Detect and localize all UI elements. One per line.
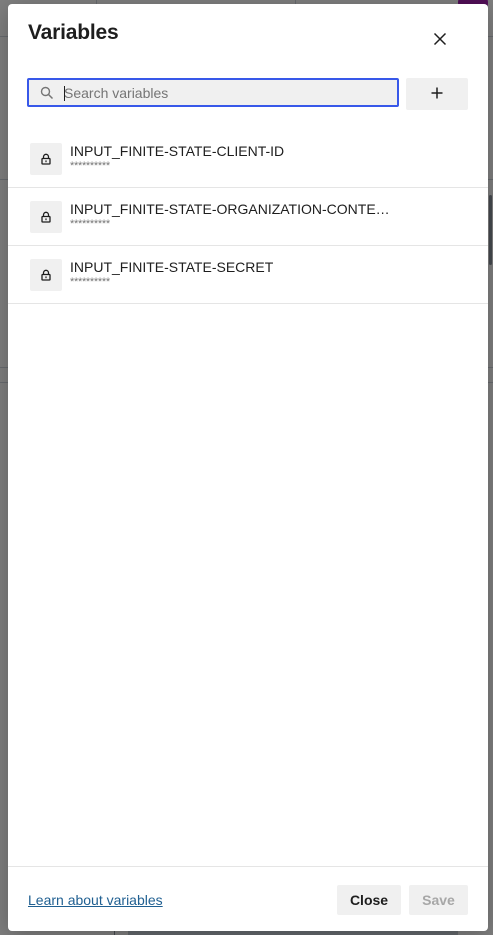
lock-icon [30,143,62,175]
dialog-footer: Learn about variables Close Save [8,866,488,931]
plus-icon [431,87,443,102]
learn-about-variables-link[interactable]: Learn about variables [28,892,163,908]
variable-name: INPUT_FINITE-STATE-ORGANIZATION-CONTE… [70,201,390,217]
variable-value: ********** [70,160,110,172]
list-item[interactable]: INPUT_FINITE-STATE-CLIENT-ID ********** [8,130,488,188]
close-button[interactable]: Close [337,885,401,915]
search-icon [40,86,54,100]
add-variable-button[interactable] [406,78,468,110]
variable-list: INPUT_FINITE-STATE-CLIENT-ID ********** … [8,130,488,304]
variable-value: ********** [70,218,110,230]
variable-name: INPUT_FINITE-STATE-SECRET [70,259,274,275]
list-item[interactable]: INPUT_FINITE-STATE-ORGANIZATION-CONTE… *… [8,188,488,246]
close-icon[interactable] [428,27,452,51]
text-caret [64,86,65,101]
dialog-title: Variables [28,21,119,44]
search-input[interactable] [64,80,397,105]
save-button: Save [409,885,468,915]
lock-icon [30,201,62,233]
variable-value: ********** [70,276,110,288]
search-field[interactable] [27,78,399,107]
lock-icon [30,259,62,291]
list-item[interactable]: INPUT_FINITE-STATE-SECRET ********** [8,246,488,304]
variable-name: INPUT_FINITE-STATE-CLIENT-ID [70,143,285,159]
variables-dialog: Variables Search variables INPUT_FINITE-… [8,4,488,931]
